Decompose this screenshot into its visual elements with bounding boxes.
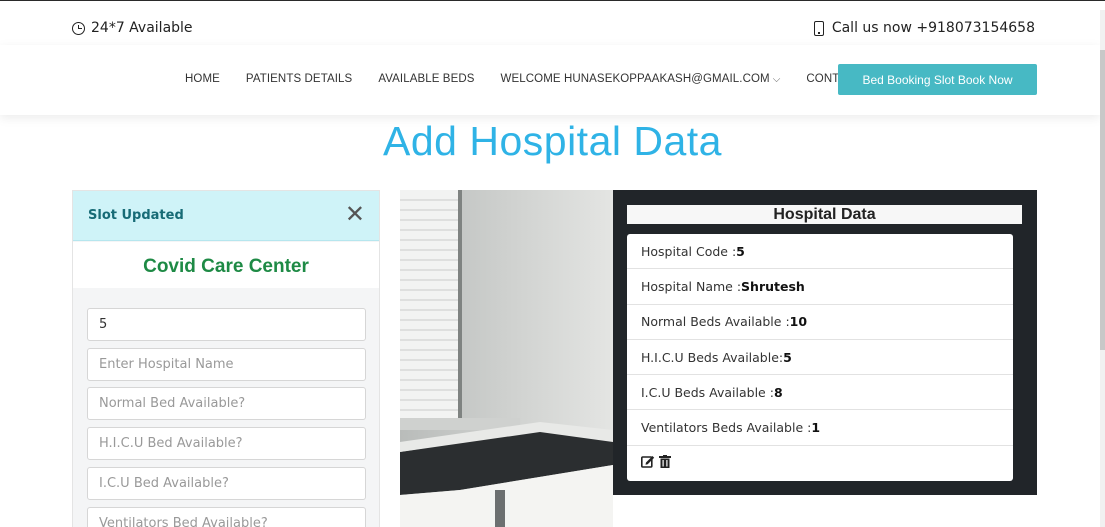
list-item: Hospital Name : Shrutesh xyxy=(627,269,1013,305)
nav-available-beds[interactable]: AVAILABLE BEDS xyxy=(378,73,474,85)
hospital-data-title: Hospital Data xyxy=(627,205,1022,224)
icu-bed-field[interactable]: I.C.U Bed Available? xyxy=(87,467,366,500)
top-info-bar: 24*7 Available Call us now +918073154658 xyxy=(0,11,1105,45)
hospital-code-field[interactable]: 5 xyxy=(87,308,366,341)
list-item: Ventilators Beds Available : 1 xyxy=(627,410,1013,446)
nav-user-label: WELCOME HUNASEKOPPAAKASH@GMAIL.COM xyxy=(500,73,770,85)
hospital-name-field[interactable]: Enter Hospital Name xyxy=(87,348,366,381)
row-value: 5 xyxy=(783,349,792,365)
row-value: 10 xyxy=(789,314,808,330)
nav-home[interactable]: HOME xyxy=(185,73,220,85)
row-label: H.I.C.U Beds Available: xyxy=(641,349,784,365)
nav-menu: HOME PATIENTS DETAILS AVAILABLE BEDS WEL… xyxy=(185,73,888,85)
hospital-form-card: Slot Updated ✕ Covid Care Center 5 Enter… xyxy=(72,190,380,527)
actions-row xyxy=(627,446,1013,481)
scrollbar-thumb[interactable] xyxy=(1100,50,1105,350)
row-label: Hospital Code : xyxy=(641,243,737,259)
list-item: I.C.U Beds Available :8 xyxy=(627,375,1013,411)
chevron-down-icon: ⌵ xyxy=(772,74,781,85)
list-item: H.I.C.U Beds Available: 5 xyxy=(627,340,1013,376)
slot-updated-alert: Slot Updated ✕ xyxy=(73,191,379,241)
row-value: 5 xyxy=(736,243,745,259)
hicu-bed-field[interactable]: H.I.C.U Bed Available? xyxy=(87,427,366,460)
hospital-data-panel: Hospital Data Hospital Code : 5 Hospital… xyxy=(613,190,1037,495)
close-icon[interactable]: ✕ xyxy=(345,202,365,226)
row-value: 1 xyxy=(811,420,821,436)
list-item: Normal Beds Available :10 xyxy=(627,305,1013,340)
ventilator-bed-field[interactable]: Ventilators Bed Available? xyxy=(87,507,366,527)
row-label: I.C.U Beds Available : xyxy=(641,384,774,400)
phone-icon xyxy=(813,20,824,36)
hospital-data-list: Hospital Code : 5 Hospital Name : Shrute… xyxy=(627,234,1013,481)
form-heading-text: Covid Care Center xyxy=(143,256,309,277)
list-item: Hospital Code : 5 xyxy=(627,234,1013,270)
row-value: 8 xyxy=(773,384,783,400)
form-heading: Covid Care Center xyxy=(73,242,379,288)
row-label: Normal Beds Available : xyxy=(641,314,790,330)
availability-text: 24*7 Available xyxy=(91,20,193,36)
edit-icon[interactable] xyxy=(641,455,655,471)
page-title: Add Hospital Data xyxy=(383,118,722,164)
panel-footer-area xyxy=(613,495,1037,527)
row-label: Ventilators Beds Available : xyxy=(641,420,812,436)
nav-patients-details[interactable]: PATIENTS DETAILS xyxy=(246,73,352,85)
hospital-room-illustration xyxy=(400,190,613,527)
hospital-room-image xyxy=(400,190,613,527)
navbar: HOME PATIENTS DETAILS AVAILABLE BEDS WEL… xyxy=(0,45,1100,115)
call-text: Call us now +918073154658 xyxy=(831,20,1035,36)
normal-bed-field[interactable]: Normal Bed Available? xyxy=(87,387,366,420)
nav-user-dropdown[interactable]: WELCOME HUNASEKOPPAAKASH@GMAIL.COM ⌵ xyxy=(501,73,781,85)
alert-text: Slot Updated xyxy=(88,208,184,223)
window-top-border xyxy=(0,0,1105,10)
availability-info: 24*7 Available xyxy=(72,20,193,36)
page-scrollbar[interactable] xyxy=(1100,10,1105,527)
clock-icon xyxy=(72,21,85,35)
row-label: Hospital Name : xyxy=(641,278,742,294)
call-info: Call us now +918073154658 xyxy=(813,20,1035,36)
book-slot-button[interactable]: Bed Booking Slot Book Now xyxy=(838,64,1037,95)
row-value: Shrutesh xyxy=(741,278,805,294)
trash-icon[interactable] xyxy=(659,455,671,471)
